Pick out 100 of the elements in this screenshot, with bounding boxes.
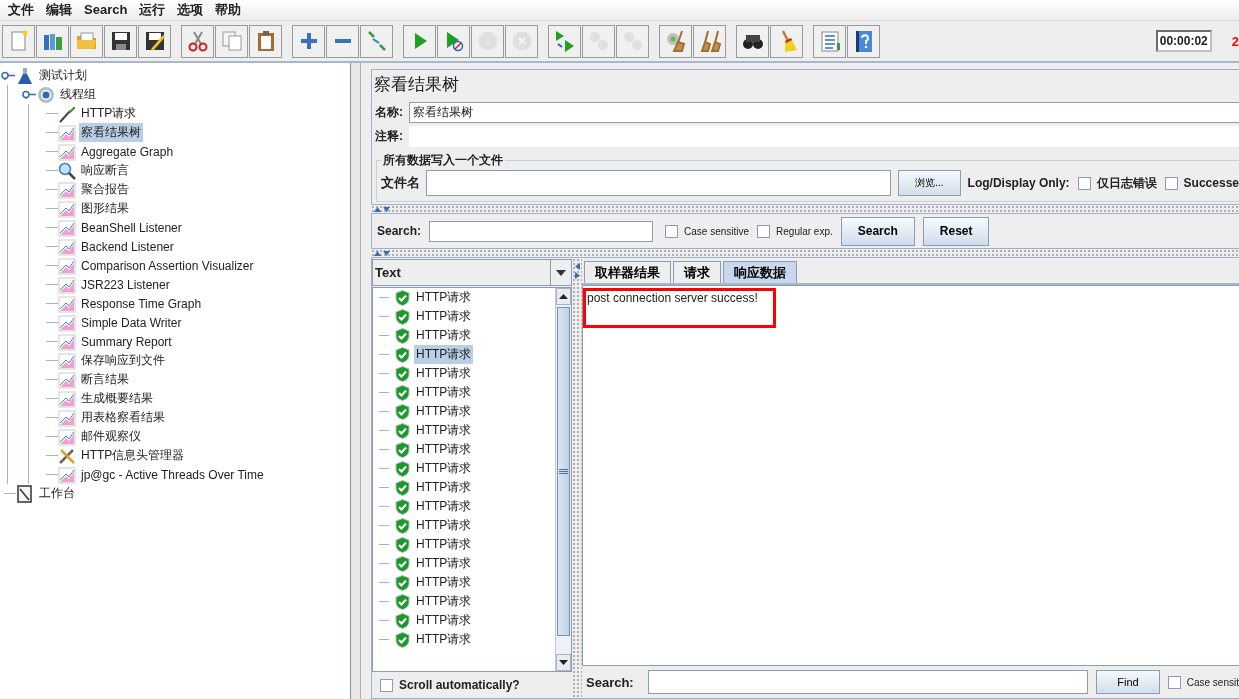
result-item[interactable]: HTTP请求 <box>414 611 474 630</box>
field-label: 名称: <box>375 103 403 121</box>
menu-item[interactable]: 文件 <box>2 1 40 19</box>
tree-item[interactable]: 生成概要结果 <box>79 389 155 408</box>
result-item[interactable]: HTTP请求 <box>414 573 474 592</box>
result-item[interactable]: HTTP请求 <box>414 592 474 611</box>
clear-button[interactable] <box>659 24 692 58</box>
result-item[interactable]: HTTP请求 <box>414 535 474 554</box>
search-action-button[interactable]: Reset <box>922 216 990 246</box>
split-arrows-icon[interactable] <box>373 206 391 212</box>
tree-item[interactable]: Aggregate Graph <box>79 143 176 160</box>
filename-field[interactable] <box>426 170 892 196</box>
tree-item[interactable]: 响应断言 <box>79 161 131 180</box>
collapse-button[interactable] <box>326 24 359 58</box>
expanded-handle-icon[interactable] <box>1 71 15 80</box>
checkbox[interactable] <box>1164 176 1178 190</box>
split-arrows-icon[interactable] <box>373 250 391 256</box>
menu-item[interactable]: 编辑 <box>40 1 78 19</box>
result-item[interactable]: HTTP请求 <box>414 307 474 326</box>
new-button[interactable] <box>2 24 35 58</box>
tree-item[interactable]: JSR223 Listener <box>79 276 172 293</box>
result-item[interactable]: HTTP请求 <box>414 440 474 459</box>
expand-button[interactable] <box>292 24 325 58</box>
copy-button[interactable] <box>215 24 248 58</box>
tree-item[interactable]: 图形结果 <box>79 199 131 218</box>
result-item[interactable]: HTTP请求 <box>414 345 474 364</box>
tree-item[interactable]: 聚合报告 <box>79 180 131 199</box>
menu-item[interactable]: 帮助 <box>209 1 248 19</box>
tree-item[interactable]: Simple Data Writer <box>79 314 184 331</box>
scroll-thumb[interactable] <box>557 307 570 636</box>
templates-button[interactable] <box>36 24 69 58</box>
tree-item[interactable]: jp@gc - Active Threads Over Time <box>79 466 266 483</box>
menu-item[interactable]: 选项 <box>171 1 210 19</box>
tree-item[interactable]: 测试计划 <box>37 66 89 85</box>
tree-item[interactable]: Backend Listener <box>79 238 176 255</box>
result-item[interactable]: HTTP请求 <box>414 288 474 307</box>
tree-item[interactable]: 察看结果树 <box>79 123 143 142</box>
tree-item[interactable]: 工作台 <box>37 484 77 503</box>
clear-all-button[interactable] <box>693 24 726 58</box>
result-item[interactable]: HTTP请求 <box>414 402 474 421</box>
paste-button[interactable] <box>249 24 282 58</box>
checkbox[interactable] <box>380 678 393 692</box>
find-field[interactable] <box>647 670 1089 694</box>
result-item[interactable]: HTTP请求 <box>414 630 474 649</box>
tree-item[interactable]: 断言结果 <box>79 370 131 389</box>
checkbox[interactable] <box>1167 675 1181 689</box>
tree-item[interactable]: BeanShell Listener <box>79 219 184 236</box>
copy-icon <box>219 29 244 53</box>
tree-item[interactable]: HTTP请求 <box>79 104 139 123</box>
splitter[interactable] <box>351 63 361 699</box>
result-item[interactable]: HTTP请求 <box>414 383 474 402</box>
save-as-button[interactable] <box>138 24 171 58</box>
search-button[interactable] <box>736 24 769 58</box>
notepad-icon <box>16 484 34 503</box>
result-item[interactable]: HTTP请求 <box>414 478 474 497</box>
name-field[interactable]: 察看结果树 <box>409 101 1239 123</box>
shield-check-icon <box>395 403 410 420</box>
checkbox-label: Case sensit <box>1186 676 1239 688</box>
search-action-button[interactable]: Search <box>840 216 915 246</box>
result-item[interactable]: HTTP请求 <box>414 364 474 383</box>
split-arrows-icon[interactable] <box>574 262 580 280</box>
tree-item[interactable]: Comparison Assertion Visualizer <box>79 257 256 274</box>
start-button[interactable] <box>403 24 436 58</box>
save-button[interactable] <box>104 24 137 58</box>
remote-start-button[interactable] <box>548 24 581 58</box>
tree-item[interactable]: Response Time Graph <box>79 295 204 312</box>
menu-item[interactable]: Search <box>78 1 134 19</box>
expanded-handle-icon[interactable] <box>22 90 36 99</box>
tree-item[interactable]: 线程组 <box>58 85 98 104</box>
scroll-up-button[interactable] <box>556 288 571 305</box>
browse-button[interactable]: 浏览... <box>898 170 961 196</box>
checkbox[interactable] <box>757 224 771 238</box>
tab[interactable]: 取样器结果 <box>584 261 671 283</box>
tab[interactable]: 请求 <box>673 261 721 283</box>
renderer-dropdown[interactable]: Text <box>372 259 572 286</box>
checkbox[interactable] <box>665 224 679 238</box>
toggle-button[interactable] <box>360 24 393 58</box>
graph-icon <box>58 256 76 275</box>
graph-icon <box>58 370 76 389</box>
tab[interactable]: 响应数据 <box>723 261 797 283</box>
menu-item[interactable]: 运行 <box>133 1 172 19</box>
result-item[interactable]: HTTP请求 <box>414 421 474 440</box>
cut-button[interactable] <box>181 24 214 58</box>
tree-item[interactable]: 邮件观察仪 <box>79 427 143 446</box>
result-item[interactable]: HTTP请求 <box>414 459 474 478</box>
tree-item[interactable]: 用表格察看结果 <box>79 408 167 427</box>
search-field[interactable] <box>429 220 654 242</box>
tree-item[interactable]: Summary Report <box>79 333 174 350</box>
tree-item[interactable]: 保存响应到文件 <box>79 351 167 370</box>
result-item[interactable]: HTTP请求 <box>414 326 474 345</box>
start-no-pause-button[interactable] <box>437 24 470 58</box>
gear-icon <box>37 85 55 104</box>
result-item[interactable]: HTTP请求 <box>414 554 474 573</box>
checkbox[interactable] <box>1077 176 1091 190</box>
scroll-down-button[interactable] <box>556 654 571 671</box>
find-button[interactable]: Find <box>1096 670 1160 694</box>
tree-item[interactable]: HTTP信息头管理器 <box>79 446 187 465</box>
result-item[interactable]: HTTP请求 <box>414 516 474 535</box>
result-item[interactable]: HTTP请求 <box>414 497 474 516</box>
help-button[interactable] <box>847 24 880 58</box>
